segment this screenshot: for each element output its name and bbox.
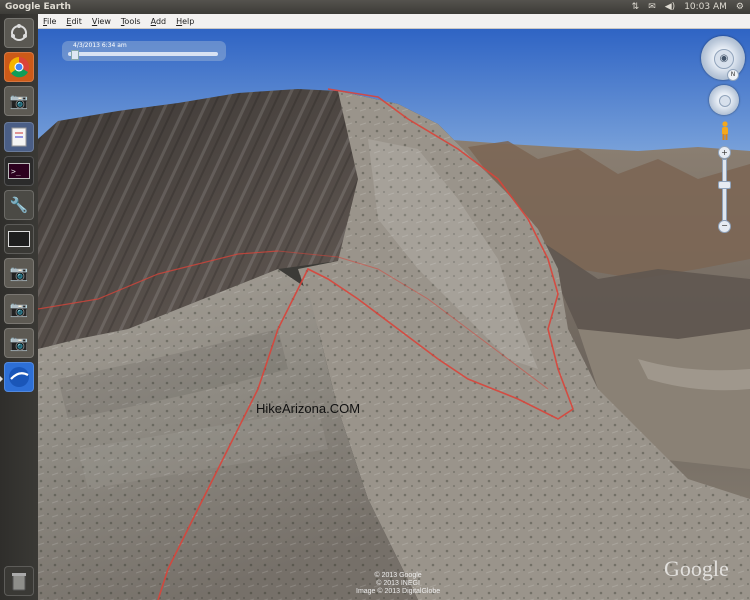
camera-launcher-4[interactable]: 📷 [4, 328, 34, 358]
dash-home-button[interactable] [4, 18, 34, 48]
text-editor-launcher[interactable] [4, 122, 34, 152]
zoom-out-button[interactable]: − [718, 220, 731, 233]
camera-icon: 📷 [9, 334, 29, 352]
menu-view[interactable]: View [87, 17, 116, 26]
copyright-line-1: © 2013 Google [374, 572, 422, 579]
svg-text:>_: >_ [11, 167, 21, 176]
window-icon [8, 231, 30, 247]
menu-bar: File Edit View Tools Add Help [38, 14, 750, 29]
menu-add[interactable]: Add [146, 17, 172, 26]
google-earth-icon [9, 367, 29, 387]
camera-icon: 📷 [9, 300, 29, 318]
clock[interactable]: 10:03 AM [684, 0, 727, 14]
wrench-icon: 🔧 [9, 196, 29, 214]
terminal-launcher[interactable]: >_ [4, 156, 34, 186]
time-slider-track[interactable] [68, 52, 218, 56]
top-panel: Google Earth ⇅ ✉ ◀) 10:03 AM ⚙ [0, 0, 750, 14]
window-title: Google Earth [5, 2, 71, 12]
trash-icon [12, 573, 26, 591]
time-slider[interactable]: 4/3/2013 6:34 am [62, 41, 226, 61]
google-earth-launcher[interactable] [4, 362, 34, 392]
tools-launcher[interactable]: 🔧 [4, 190, 34, 220]
north-up-button[interactable]: N [727, 69, 739, 81]
ubuntu-logo-icon [11, 24, 27, 41]
document-icon [11, 127, 27, 147]
camera-launcher-3[interactable]: 📷 [4, 294, 34, 324]
system-tray: ⇅ ✉ ◀) 10:03 AM ⚙ [632, 0, 744, 14]
chrome-icon [8, 57, 29, 78]
menu-help[interactable]: Help [171, 17, 199, 26]
time-slider-label: 4/3/2013 6:34 am [73, 42, 127, 49]
workspace-launcher[interactable] [4, 224, 34, 254]
network-arrows-icon[interactable]: ⇅ [632, 0, 640, 14]
time-slider-thumb[interactable] [70, 50, 79, 60]
camera-launcher-2[interactable]: 📷 [4, 258, 34, 288]
pegman-icon[interactable] [719, 121, 731, 141]
copyright-line-2: © 2013 INEGI [376, 580, 420, 587]
camera-icon: 📷 [9, 92, 29, 110]
camera-launcher[interactable]: 📷 [4, 86, 34, 116]
camera-icon: 📷 [9, 264, 29, 282]
terminal-icon: >_ [8, 163, 30, 179]
volume-speaker-icon[interactable]: ◀) [665, 0, 675, 14]
launcher: 📷 >_ 🔧 📷 📷 📷 [0, 14, 39, 600]
earth-viewport[interactable]: HikeArizona.COM © 2013 Google © 2013 INE… [38, 29, 750, 600]
hand-icon [719, 95, 731, 107]
move-joystick[interactable] [709, 85, 739, 115]
terrain-render [38, 29, 750, 600]
zoom-in-button[interactable]: + [718, 146, 731, 159]
google-logo: Google [664, 556, 729, 581]
menu-file[interactable]: File [38, 17, 61, 26]
trash-launcher[interactable] [4, 566, 34, 596]
running-indicator [0, 376, 3, 382]
zoom-slider-thumb[interactable] [718, 180, 731, 189]
chrome-launcher[interactable] [4, 52, 34, 82]
copyright-line-3: Image © 2013 DigitalGlobe [356, 588, 441, 595]
zoom-slider-track[interactable] [722, 159, 727, 221]
eye-icon: ◉ [714, 49, 734, 69]
gear-icon[interactable]: ⚙ [736, 0, 744, 14]
menu-tools[interactable]: Tools [116, 17, 146, 26]
menu-edit[interactable]: Edit [61, 17, 87, 26]
imagery-copyright: © 2013 Google © 2013 INEGI Image © 2013 … [356, 572, 440, 596]
watermark-text: HikeArizona.COM [256, 401, 361, 416]
mail-envelope-icon[interactable]: ✉ [648, 0, 656, 14]
